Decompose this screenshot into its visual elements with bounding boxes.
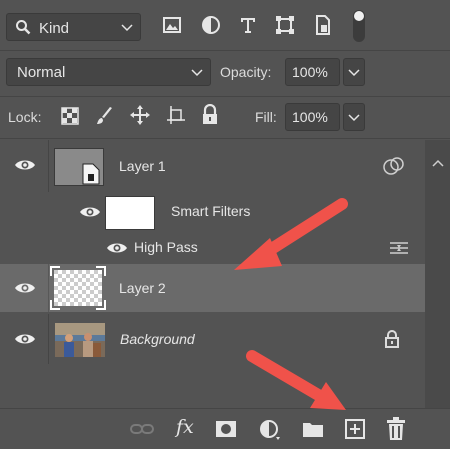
annotation-arrows bbox=[234, 198, 348, 410]
arrow-to-layer-2 bbox=[234, 198, 348, 270]
arrow-to-new-layer-button bbox=[246, 350, 346, 410]
